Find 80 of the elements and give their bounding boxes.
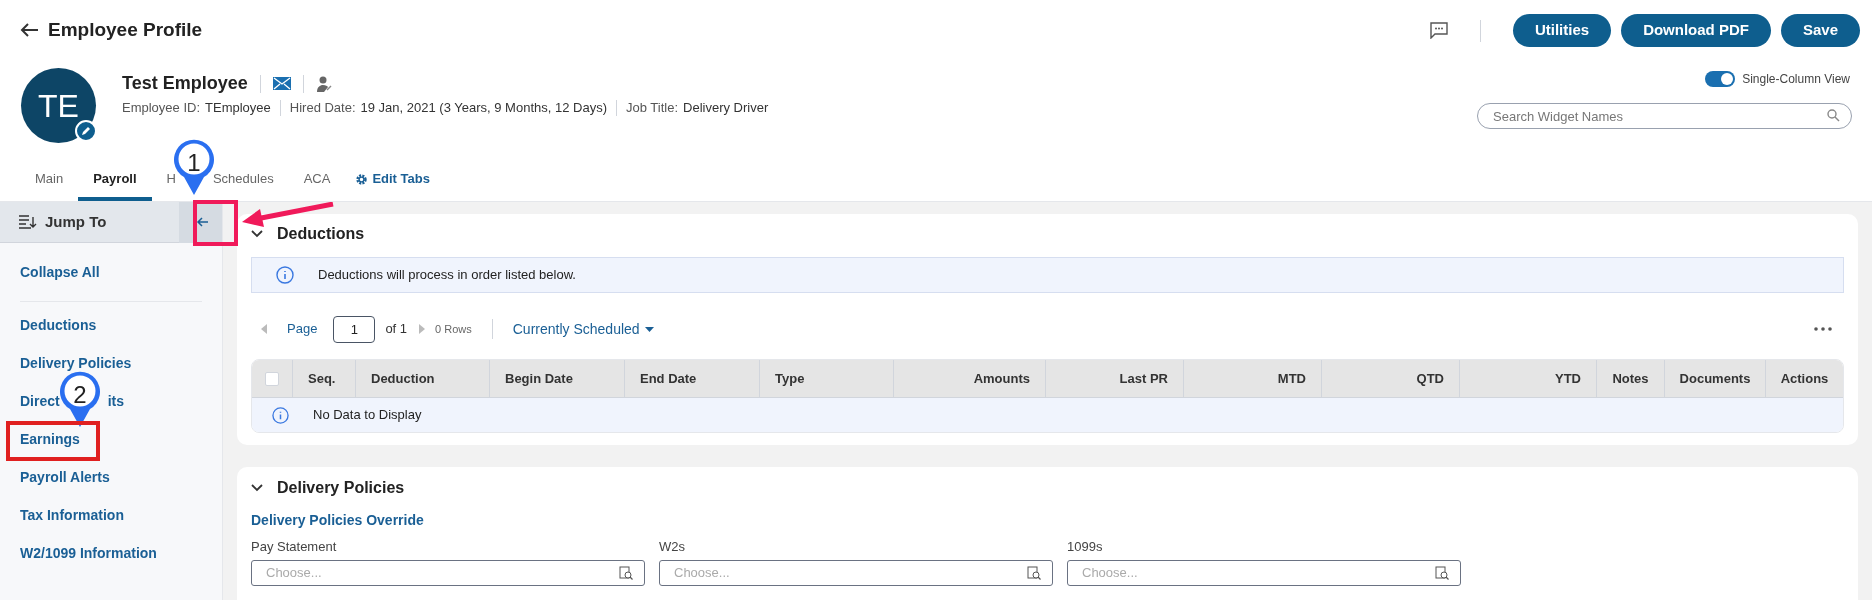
column-header[interactable]: Actions (1766, 360, 1843, 397)
page-input[interactable]: 1 (333, 315, 376, 343)
column-header[interactable]: Last PR (1046, 360, 1184, 397)
column-header[interactable]: MTD (1184, 360, 1322, 397)
page-count: of 1 (385, 320, 408, 339)
field-label: Job Title: (626, 99, 678, 117)
filter-dropdown[interactable]: Currently Scheduled (512, 318, 654, 340)
column-header[interactable]: End Date (625, 360, 760, 397)
lookup-icon[interactable] (1435, 565, 1449, 580)
field-label: 1099s (1067, 538, 1104, 556)
back-arrow-icon[interactable] (20, 22, 40, 39)
header-button[interactable]: Download PDF (1621, 14, 1771, 47)
choose-field[interactable]: Choose... (251, 559, 645, 586)
gear-icon (355, 172, 369, 186)
column-header[interactable]: Type (760, 360, 894, 397)
collapse-all-link[interactable]: Collapse All (20, 262, 100, 283)
avatar: TE (21, 68, 96, 143)
section-title: Deductions (277, 224, 365, 244)
tab[interactable]: Main (20, 161, 79, 201)
toggle-switch[interactable] (1705, 71, 1736, 87)
jump-link[interactable]: its (107, 391, 125, 411)
header-button[interactable]: Save (1780, 14, 1860, 47)
edit-tabs-link[interactable]: Edit Tabs (345, 161, 440, 201)
highlight-box (193, 200, 238, 246)
empty-message: No Data to Display (313, 406, 422, 425)
info-text: Deductions will process in order listed below. (318, 266, 576, 285)
page-label: Page (287, 320, 318, 339)
info-icon (276, 266, 294, 284)
lookup-icon[interactable] (619, 565, 633, 580)
mail-icon[interactable] (272, 77, 291, 90)
column-header[interactable]: Seq. (293, 360, 356, 397)
column-header[interactable]: Deduction (356, 360, 490, 397)
chevron-down-icon[interactable] (251, 484, 263, 492)
callout-marker: 2 (60, 370, 100, 428)
override-link[interactable]: Delivery Policies Override (251, 510, 424, 531)
tab[interactable]: H (166, 161, 176, 201)
search-icon[interactable] (1827, 109, 1840, 122)
choose-field[interactable]: Choose... (659, 559, 1053, 586)
select-all-checkbox[interactable] (265, 371, 279, 386)
search-field[interactable]: Search Widget Names (1477, 103, 1852, 129)
jump-link[interactable]: Earnings (20, 429, 80, 449)
more-icon[interactable] (1814, 327, 1832, 331)
field-label: W2s (659, 538, 686, 556)
jump-link[interactable]: W2/1099 Information (20, 543, 157, 563)
employee-name: Test Employee (122, 72, 248, 95)
column-header[interactable]: Begin Date (490, 360, 625, 397)
field-label: Employee ID: (122, 99, 201, 117)
header-button[interactable]: Utilities (1512, 14, 1612, 47)
row-count: 0 Rows (435, 321, 472, 337)
tab[interactable]: ACA (288, 161, 346, 201)
jump-to-title: Jump To (45, 211, 107, 232)
column-header[interactable]: YTD (1460, 360, 1597, 397)
page-title: Employee Profile (48, 18, 203, 42)
field-value: Delivery Driver (683, 99, 769, 117)
caret-icon (644, 326, 654, 332)
choose-field[interactable]: Choose... (1067, 559, 1461, 586)
chevron-down-icon[interactable] (251, 230, 263, 238)
jump-link[interactable]: Payroll Alerts (20, 467, 110, 487)
sort-down-icon (19, 215, 37, 229)
jump-link[interactable]: Deductions (20, 315, 97, 335)
field-label: Pay Statement (251, 538, 338, 556)
field-label: Hired Date: (289, 99, 356, 117)
jump-link[interactable]: Tax Information (20, 505, 124, 525)
chat-icon[interactable] (1429, 22, 1448, 39)
tab[interactable]: Schedules (212, 161, 274, 201)
section-title: Delivery Policies (277, 478, 405, 498)
toggle-label: Single-Column View (1742, 71, 1850, 88)
jump-link[interactable]: Delivery Policies (20, 353, 132, 373)
column-header[interactable]: Amounts (894, 360, 1046, 397)
column-header[interactable]: QTD (1322, 360, 1460, 397)
callout-marker: 1 (174, 138, 214, 196)
lookup-icon[interactable] (1027, 565, 1041, 580)
jump-link[interactable]: Direct (20, 391, 60, 411)
edit-avatar-icon[interactable] (75, 120, 97, 142)
person-link-icon[interactable] (315, 74, 334, 93)
info-icon (272, 406, 289, 424)
column-header[interactable]: Documents (1665, 360, 1766, 397)
field-value: 19 Jan, 2021 (3 Years, 9 Months, 12 Days) (360, 99, 607, 117)
field-value: TEmployee (205, 99, 271, 117)
column-header[interactable]: Notes (1597, 360, 1665, 397)
